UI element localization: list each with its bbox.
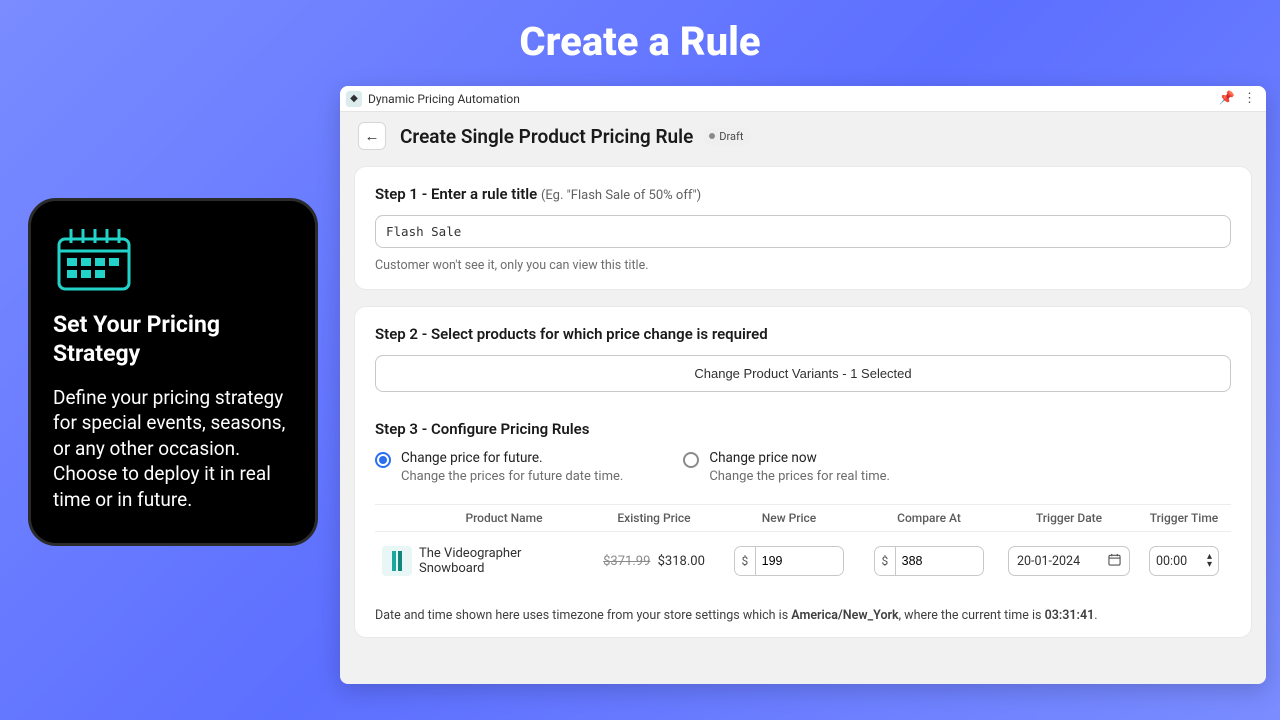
step2-title: Step 2 - Select products for which price… [375,325,1231,343]
radio-icon [683,452,699,468]
compare-at-field[interactable] [896,547,983,575]
radio-future-desc: Change the prices for future date time. [401,469,623,484]
step3-title: Step 3 - Configure Pricing Rules [375,420,1231,438]
trigger-time-value: 00:00 [1156,554,1187,569]
pin-icon[interactable]: 📌 [1215,91,1239,106]
cell-existing-price: $371.99 $318.00 [589,554,719,569]
tz-mid: , where the current time is [899,608,1045,623]
step1-title: Step 1 - Enter a rule title (Eg. "Flash … [375,185,1231,203]
step1-helper: Customer won't see it, only you can view… [375,258,1231,273]
table-row: The Videographer Snowboard $371.99 $318.… [375,532,1231,590]
page-title: Create a Rule [0,0,1280,65]
radio-now-desc: Change the prices for real time. [709,469,890,484]
table-header: Product Name Existing Price New Price Co… [375,504,1231,532]
trigger-date-input[interactable]: 20-01-2024 [1008,546,1130,576]
calendar-icon [1108,553,1121,570]
currency-prefix: $ [735,547,756,575]
pricing-table: Product Name Existing Price New Price Co… [375,504,1231,590]
trigger-date-value: 20-01-2024 [1017,554,1080,569]
app-window: ◆ Dynamic Pricing Automation 📌 ⋮ ← Creat… [340,86,1266,684]
spinner-icon: ▴▾ [1207,553,1212,569]
trigger-time-input[interactable]: 00:00 ▴▾ [1149,546,1219,576]
header-title: Create Single Product Pricing Rule [400,125,693,148]
col-existing-price: Existing Price [589,511,719,525]
step1-title-text: Step 1 - Enter a rule title [375,185,537,203]
cell-product-name: The Videographer Snowboard [419,546,589,576]
timezone-note: Date and time shown here uses timezone f… [375,608,1231,623]
current-price: $318.00 [658,554,705,569]
col-compare-at: Compare At [859,511,999,525]
promo-body: Define your pricing strategy for special… [53,385,293,513]
tz-name: America/New_York [791,608,898,623]
kebab-menu-icon[interactable]: ⋮ [1239,91,1260,106]
col-trigger-time: Trigger Time [1139,511,1229,525]
tz-prefix: Date and time shown here uses timezone f… [375,608,791,623]
compare-at-input[interactable]: $ [874,546,984,576]
promo-title: Set Your Pricing Strategy [53,311,293,369]
pricing-mode-radios: Change price for future. Change the pric… [375,450,1231,484]
radio-now-label: Change price now [709,450,890,466]
app-icon: ◆ [346,91,362,107]
step2-3-card: Step 2 - Select products for which price… [354,306,1252,638]
old-price: $371.99 [603,554,650,569]
promo-card: Set Your Pricing Strategy Define your pr… [28,198,318,546]
status-badge: Draft [703,128,751,145]
radio-change-price-now[interactable]: Change price now Change the prices for r… [683,450,890,484]
tz-time: 03:31:41 [1045,608,1095,623]
app-title: Dynamic Pricing Automation [368,92,520,106]
radio-change-price-future[interactable]: Change price for future. Change the pric… [375,450,623,484]
change-product-variants-button[interactable]: Change Product Variants - 1 Selected [375,355,1231,392]
new-price-input[interactable]: $ [734,546,844,576]
page-header: ← Create Single Product Pricing Rule Dra… [340,112,1266,158]
step1-hint: (Eg. "Flash Sale of 50% off") [541,188,701,203]
radio-future-label: Change price for future. [401,450,623,466]
step1-card: Step 1 - Enter a rule title (Eg. "Flash … [354,166,1252,290]
radio-icon [375,452,391,468]
new-price-field[interactable] [756,547,843,575]
col-new-price: New Price [719,511,859,525]
tz-suffix: . [1094,608,1097,623]
currency-prefix: $ [875,547,896,575]
calendar-icon [53,225,135,297]
titlebar: ◆ Dynamic Pricing Automation 📌 ⋮ [340,86,1266,112]
product-thumbnail [382,546,412,576]
back-button[interactable]: ← [358,122,386,150]
rule-title-input[interactable] [375,215,1231,248]
col-trigger-date: Trigger Date [999,511,1139,525]
col-product-name: Product Name [419,511,589,525]
